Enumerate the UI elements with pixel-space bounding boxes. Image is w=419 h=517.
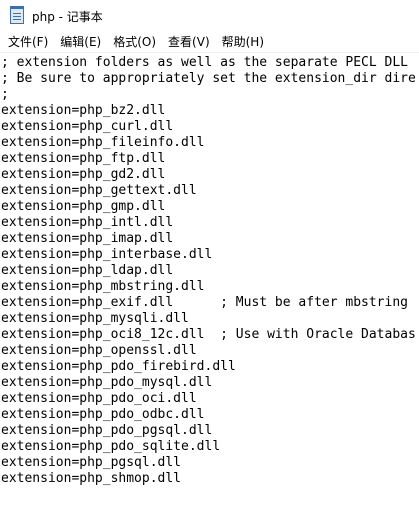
text-line: extension=php_pdo_firebird.dll: [1, 359, 236, 374]
text-line: ; extension folders as well as the separ…: [1, 55, 408, 70]
text-line: extension=php_pdo_sqlite.dll: [1, 439, 221, 454]
menu-bar: 文件(F) 编辑(E) 格式(O) 查看(V) 帮助(H): [0, 32, 419, 52]
text-line: extension=php_mbstring.dll: [1, 279, 205, 294]
title-bar[interactable]: php - 记事本: [0, 0, 419, 32]
menu-file[interactable]: 文件(F): [2, 32, 54, 52]
window-title: php - 记事本: [32, 9, 103, 24]
text-line: extension=php_curl.dll: [1, 119, 174, 134]
text-line: extension=php_shmop.dll: [1, 471, 182, 486]
text-line: extension=php_mysqli.dll: [1, 311, 189, 326]
text-line: extension=php_intl.dll: [1, 215, 174, 230]
text-line: extension=php_ftp.dll: [1, 151, 166, 166]
text-editor[interactable]: ; extension folders as well as the separ…: [0, 52, 419, 517]
text-line: extension=php_imap.dll: [1, 231, 174, 246]
text-line: extension=php_gmp.dll: [1, 199, 166, 214]
text-line: extension=php_oci8_12c.dll ; Use with Or…: [1, 327, 416, 342]
text-line: extension=php_gd2.dll: [1, 167, 166, 182]
text-line: extension=php_exif.dll ; Must be after m…: [1, 295, 408, 310]
notepad-icon: [10, 6, 24, 24]
text-line: ; Be sure to appropriately set the exten…: [1, 71, 416, 86]
text-line: extension=php_pgsql.dll: [1, 455, 182, 470]
text-line: extension=php_fileinfo.dll: [1, 135, 205, 150]
menu-edit[interactable]: 编辑(E): [54, 32, 107, 52]
text-line: extension=php_gettext.dll: [1, 183, 197, 198]
menu-view[interactable]: 查看(V): [162, 32, 216, 52]
text-line: extension=php_openssl.dll: [1, 343, 197, 358]
text-line: extension=php_pdo_pgsql.dll: [1, 423, 213, 438]
text-line: extension=php_pdo_mysql.dll: [1, 375, 213, 390]
text-line: extension=php_bz2.dll: [1, 103, 166, 118]
text-line: extension=php_pdo_oci.dll: [1, 391, 197, 406]
text-line: extension=php_pdo_odbc.dll: [1, 407, 205, 422]
text-line: ;: [1, 87, 9, 102]
text-line: extension=php_ldap.dll: [1, 263, 174, 278]
text-line: extension=php_interbase.dll: [1, 247, 213, 262]
menu-format[interactable]: 格式(O): [107, 32, 162, 52]
menu-help[interactable]: 帮助(H): [216, 32, 270, 52]
